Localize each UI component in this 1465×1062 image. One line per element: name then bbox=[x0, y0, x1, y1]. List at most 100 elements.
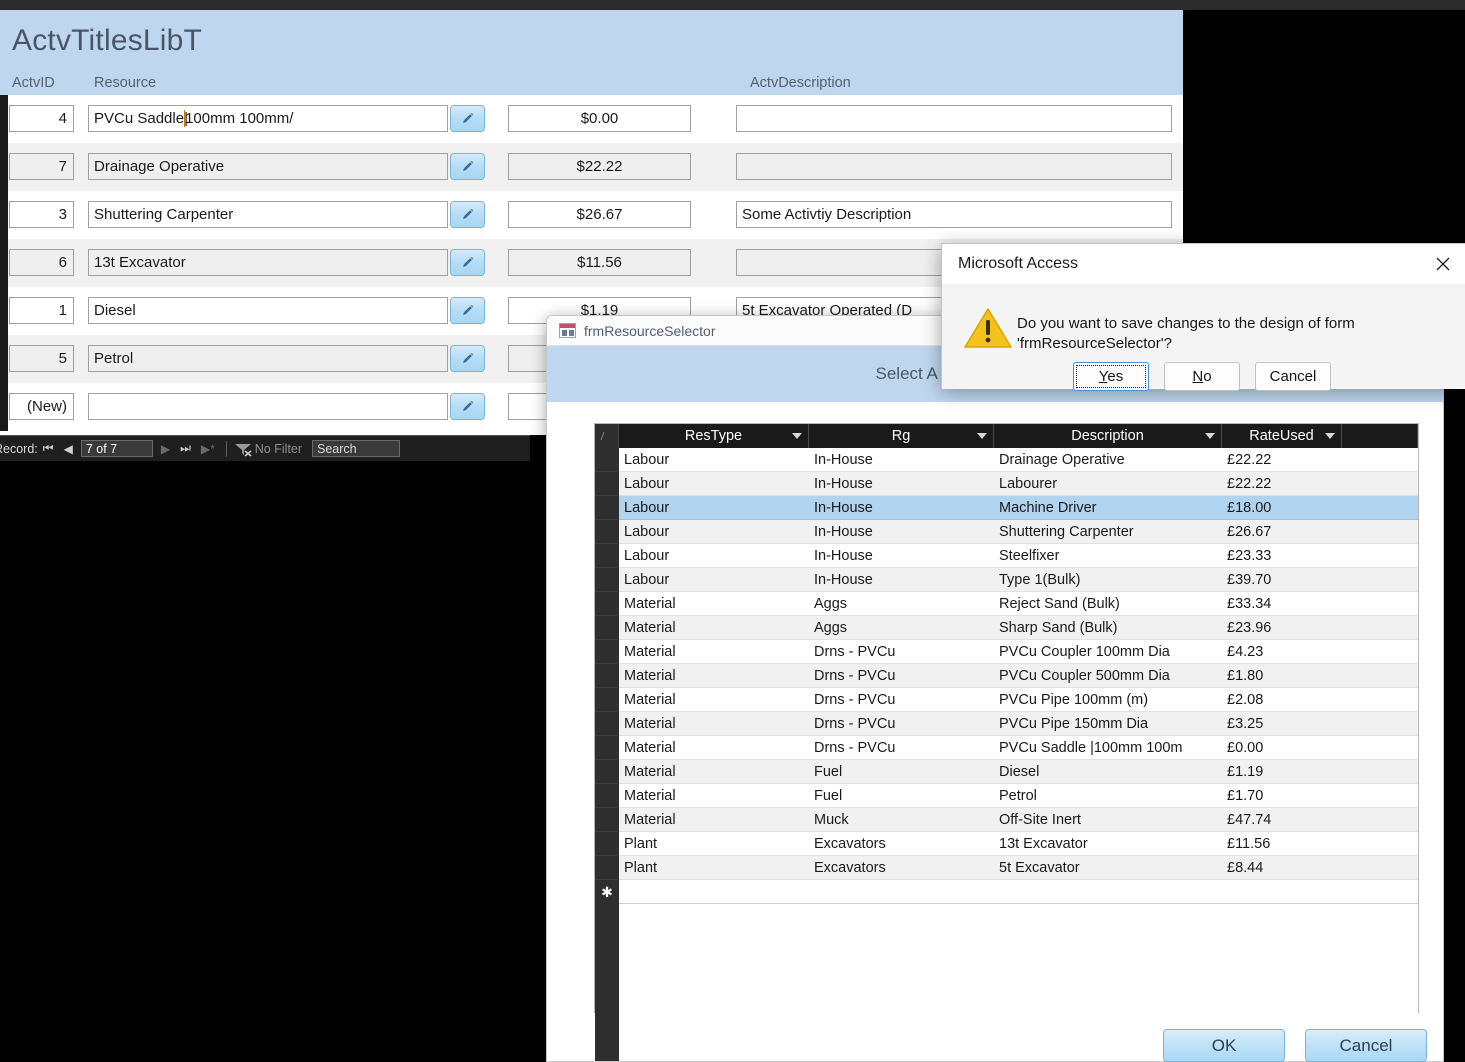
table-row[interactable]: Labour In-House Drainage Operative £22.22 bbox=[595, 448, 1418, 472]
cell-restype[interactable]: Material bbox=[619, 616, 809, 640]
column-header-description[interactable]: Description bbox=[994, 424, 1222, 448]
cell-rg[interactable]: In-House bbox=[809, 544, 994, 568]
cell-rateused[interactable]: £26.67 bbox=[1222, 520, 1342, 544]
row-selector[interactable] bbox=[595, 544, 619, 568]
cell-description[interactable]: PVCu Pipe 150mm Dia bbox=[994, 712, 1222, 736]
chevron-down-icon[interactable] bbox=[1205, 433, 1215, 439]
cell-description[interactable]: Diesel bbox=[994, 760, 1222, 784]
cell-rg[interactable]: Excavators bbox=[809, 856, 994, 880]
cell-rg[interactable]: Drns - PVCu bbox=[809, 664, 994, 688]
actvid-field[interactable]: 4 bbox=[9, 105, 74, 132]
cell-rateused[interactable]: £2.08 bbox=[1222, 688, 1342, 712]
edit-resource-button[interactable] bbox=[450, 249, 485, 276]
row-selector[interactable] bbox=[595, 832, 619, 856]
rate-field[interactable]: $0.00 bbox=[508, 105, 691, 132]
cell-restype[interactable]: Material bbox=[619, 592, 809, 616]
row-selector[interactable] bbox=[595, 712, 619, 736]
table-row[interactable]: Plant Excavators 13t Excavator £11.56 bbox=[595, 832, 1418, 856]
table-row[interactable]: Plant Excavators 5t Excavator £8.44 bbox=[595, 856, 1418, 880]
table-row[interactable]: Material Drns - PVCu PVCu Pipe 100mm (m) £2… bbox=[595, 688, 1418, 712]
cell-rg[interactable]: Excavators bbox=[809, 832, 994, 856]
table-row[interactable]: Material Aggs Reject Sand (Bulk) £33.34 bbox=[595, 592, 1418, 616]
cell-rg[interactable]: In-House bbox=[809, 520, 994, 544]
cell-description[interactable]: Labourer bbox=[994, 472, 1222, 496]
edit-resource-button[interactable] bbox=[450, 345, 485, 372]
new-record-cells[interactable] bbox=[619, 880, 1418, 904]
chevron-down-icon[interactable] bbox=[977, 433, 987, 439]
column-header-rateused[interactable]: RateUsed bbox=[1222, 424, 1342, 448]
no-button[interactable]: No bbox=[1164, 362, 1240, 391]
row-selector[interactable] bbox=[595, 808, 619, 832]
cell-description[interactable]: PVCu Pipe 100mm (m) bbox=[994, 688, 1222, 712]
cell-rg[interactable]: Drns - PVCu bbox=[809, 688, 994, 712]
cell-restype[interactable]: Material bbox=[619, 808, 809, 832]
cell-description[interactable]: Shuttering Carpenter bbox=[994, 520, 1222, 544]
cell-description[interactable]: 13t Excavator bbox=[994, 832, 1222, 856]
record-selector-bar[interactable] bbox=[0, 287, 8, 335]
cell-description[interactable]: Reject Sand (Bulk) bbox=[994, 592, 1222, 616]
row-selector[interactable] bbox=[595, 568, 619, 592]
cell-rateused[interactable]: £1.19 bbox=[1222, 760, 1342, 784]
yes-button[interactable]: Yes bbox=[1073, 362, 1149, 391]
actvid-field[interactable]: 1 bbox=[9, 297, 74, 324]
cell-rateused[interactable]: £39.70 bbox=[1222, 568, 1342, 592]
cell-restype[interactable]: Material bbox=[619, 760, 809, 784]
table-row[interactable]: Labour In-House Labourer £22.22 bbox=[595, 472, 1418, 496]
cell-rg[interactable]: In-House bbox=[809, 568, 994, 592]
cell-rateused[interactable]: £23.96 bbox=[1222, 616, 1342, 640]
cell-rateused[interactable]: £18.00 bbox=[1222, 496, 1342, 520]
record-selector-bar[interactable] bbox=[0, 383, 8, 431]
last-record-icon[interactable]: ⏭ bbox=[175, 441, 196, 456]
edit-resource-button[interactable] bbox=[450, 153, 485, 180]
row-selector[interactable] bbox=[595, 736, 619, 760]
record-selector-bar[interactable] bbox=[0, 335, 8, 383]
cell-description[interactable]: 5t Excavator bbox=[994, 856, 1222, 880]
table-row[interactable]: Material Aggs Sharp Sand (Bulk) £23.96 bbox=[595, 616, 1418, 640]
cell-restype[interactable]: Material bbox=[619, 664, 809, 688]
row-selector[interactable] bbox=[595, 784, 619, 808]
record-selector-bar[interactable] bbox=[0, 191, 8, 239]
cell-restype[interactable]: Material bbox=[619, 712, 809, 736]
search-input[interactable]: Search bbox=[312, 440, 401, 457]
resource-field[interactable]: PVCu Saddle | 100mm 100mm/ bbox=[88, 105, 448, 132]
cell-restype[interactable]: Plant bbox=[619, 832, 809, 856]
row-selector[interactable] bbox=[595, 520, 619, 544]
record-selector-bar[interactable] bbox=[0, 95, 8, 143]
actvid-field[interactable]: 6 bbox=[9, 249, 74, 276]
cell-rateused[interactable]: £22.22 bbox=[1222, 448, 1342, 472]
table-row[interactable]: Material Drns - PVCu PVCu Saddle |100mm 10… bbox=[595, 736, 1418, 760]
edit-resource-button[interactable] bbox=[450, 297, 485, 324]
cell-restype[interactable]: Labour bbox=[619, 520, 809, 544]
cell-rateused[interactable]: £0.00 bbox=[1222, 736, 1342, 760]
cell-description[interactable]: PVCu Saddle |100mm 100m bbox=[994, 736, 1222, 760]
cell-rg[interactable]: Drns - PVCu bbox=[809, 640, 994, 664]
cell-rg[interactable]: Muck bbox=[809, 808, 994, 832]
next-record-icon[interactable]: ▶ bbox=[156, 442, 175, 456]
cell-description[interactable]: PVCu Coupler 500mm Dia bbox=[994, 664, 1222, 688]
actvdescription-field[interactable] bbox=[736, 105, 1172, 132]
new-record-row[interactable]: ✱ bbox=[595, 880, 1418, 904]
cell-restype[interactable]: Material bbox=[619, 736, 809, 760]
cell-description[interactable]: Type 1(Bulk) bbox=[994, 568, 1222, 592]
dialog-cancel-button[interactable]: Cancel bbox=[1255, 362, 1331, 391]
cell-restype[interactable]: Labour bbox=[619, 568, 809, 592]
record-selector-bar[interactable] bbox=[0, 143, 8, 191]
table-row[interactable]: Material Drns - PVCu PVCu Coupler 500mm Di… bbox=[595, 664, 1418, 688]
cell-rg[interactable]: In-House bbox=[809, 448, 994, 472]
resource-field[interactable]: Drainage Operative bbox=[88, 153, 448, 180]
rate-field[interactable]: $22.22 bbox=[508, 153, 691, 180]
chevron-down-icon[interactable] bbox=[1325, 433, 1335, 439]
resource-field[interactable]: Shuttering Carpenter bbox=[88, 201, 448, 228]
record-selector-bar[interactable] bbox=[0, 239, 8, 287]
cell-rateused[interactable]: £4.23 bbox=[1222, 640, 1342, 664]
cell-rateused[interactable]: £22.22 bbox=[1222, 472, 1342, 496]
table-row[interactable]: Material Drns - PVCu PVCu Coupler 100mm Di… bbox=[595, 640, 1418, 664]
cell-restype[interactable]: Material bbox=[619, 688, 809, 712]
cell-rg[interactable]: Fuel bbox=[809, 784, 994, 808]
table-row[interactable]: Labour In-House Shuttering Carpenter £26.67 bbox=[595, 520, 1418, 544]
cell-rg[interactable]: Aggs bbox=[809, 592, 994, 616]
no-filter-label[interactable]: No Filter bbox=[255, 442, 302, 456]
cell-description[interactable]: Machine Driver bbox=[994, 496, 1222, 520]
cell-rateused[interactable]: £47.74 bbox=[1222, 808, 1342, 832]
row-selector[interactable] bbox=[595, 472, 619, 496]
